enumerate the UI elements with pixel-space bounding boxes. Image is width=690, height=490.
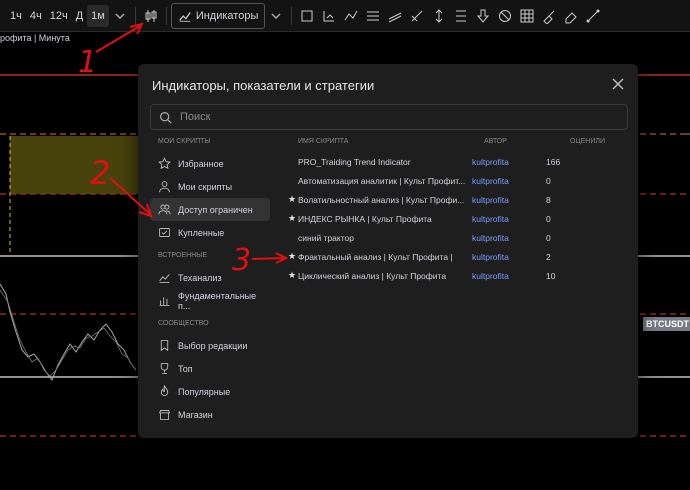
annotation-number-3: 3 [232, 243, 251, 278]
annotation-number-1: 1 [78, 45, 97, 80]
annotation-2: 2 [90, 154, 153, 218]
annotation-layer: 1 2 3 [78, 22, 289, 278]
annotation-3: 3 [232, 243, 289, 278]
annotation-1: 1 [78, 22, 144, 80]
annotation-number-2: 2 [90, 154, 110, 192]
